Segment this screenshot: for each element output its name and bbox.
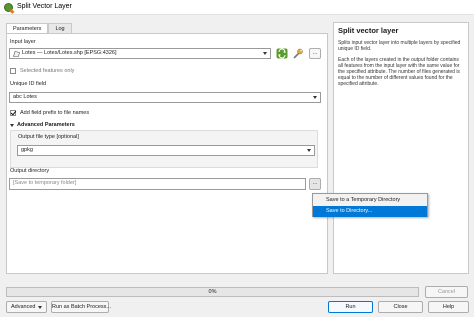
add-prefix-checkbox[interactable] — [10, 110, 16, 116]
input-layer-browse-button[interactable]: … — [309, 48, 321, 59]
advanced-button[interactable]: Advanced — [6, 301, 47, 313]
chevron-down-icon — [313, 96, 317, 99]
tab-parameters[interactable]: Parameters — [6, 23, 49, 33]
iterate-icon[interactable] — [276, 48, 288, 59]
close-button[interactable]: Close — [378, 301, 423, 313]
add-prefix-label: Add field prefix to file names — [20, 110, 90, 116]
advanced-label: Advanced — [11, 304, 36, 310]
unique-id-value: Lotes — [23, 94, 37, 100]
help-paragraph-1: Splits input vector layer into multiple … — [338, 40, 461, 52]
selected-features-label: Selected features only — [20, 68, 75, 74]
chevron-down-icon — [38, 306, 42, 309]
menu-item-save-to-directory[interactable]: Save to Directory... — [313, 206, 427, 217]
input-layer-value: Lotes — Lotes/Lotes.shp [EPSG:4326] — [22, 50, 117, 56]
help-title: Split vector layer — [338, 26, 399, 35]
unique-id-field-combo[interactable]: abc Lotes — [9, 92, 321, 103]
output-directory-input[interactable]: [Save to temporary folder] — [9, 178, 306, 190]
collapse-arrow-icon[interactable] — [10, 124, 14, 127]
advanced-parameters-header[interactable]: Advanced Parameters — [17, 122, 75, 128]
title-bar: Split Vector Layer — [0, 0, 474, 15]
input-layer-label: Input layer — [10, 39, 36, 45]
chevron-down-icon — [307, 149, 311, 152]
unique-id-label: Unique ID field — [10, 81, 47, 87]
cancel-button[interactable]: Cancel — [425, 286, 468, 298]
help-paragraph-2: Each of the layers created in the output… — [338, 57, 460, 87]
wrench-settings-icon[interactable] — [292, 48, 304, 59]
selected-features-checkbox[interactable] — [10, 68, 16, 74]
menu-item-temporary-directory[interactable]: Save to a Temporary Directory — [313, 195, 427, 206]
batch-process-button[interactable]: Run as Batch Process... — [51, 301, 111, 313]
output-directory-label: Output directory — [10, 168, 50, 174]
tab-bar: Parameters Log — [6, 23, 72, 33]
string-field-type-icon: abc — [13, 94, 22, 100]
input-layer-combo[interactable]: Lotes — Lotes/Lotes.shp [EPSG:4326] — [9, 48, 271, 59]
tab-log[interactable]: Log — [48, 23, 72, 33]
chevron-down-icon — [263, 52, 267, 55]
run-button[interactable]: Run — [328, 301, 373, 313]
output-directory-menu: Save to a Temporary Directory Save to Di… — [312, 193, 428, 217]
progress-bar: 0% — [6, 287, 419, 297]
help-button[interactable]: Help — [428, 301, 469, 313]
output-type-label: Output file type [optional] — [18, 134, 79, 140]
qgis-logo-icon — [4, 3, 13, 12]
polygon-layer-icon — [13, 51, 20, 57]
output-directory-browse-button[interactable]: … — [309, 178, 321, 190]
window-title: Split Vector Layer — [17, 3, 72, 10]
output-type-combo[interactable]: gpkg — [17, 145, 315, 156]
progress-text: 0% — [208, 289, 217, 295]
output-type-value: gpkg — [21, 147, 33, 153]
help-panel: Split vector layer Splits input vector l… — [333, 22, 469, 274]
